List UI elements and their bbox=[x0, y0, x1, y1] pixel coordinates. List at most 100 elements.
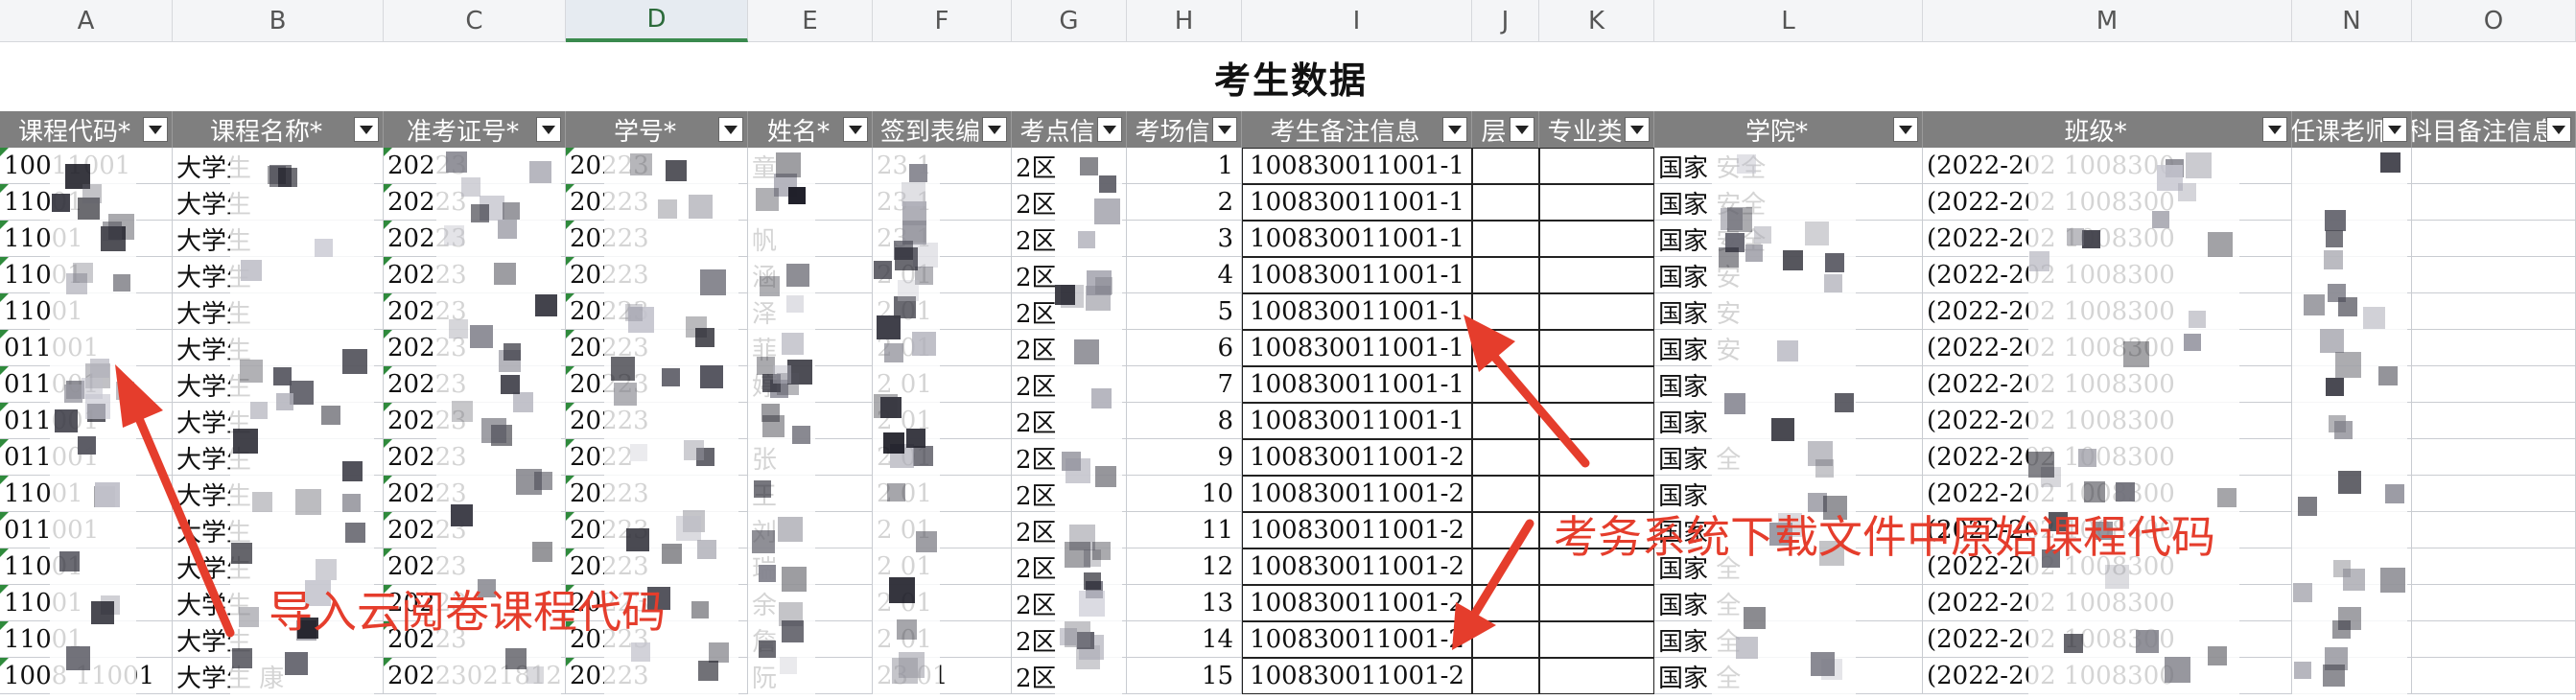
header-cell[interactable]: 考场信 bbox=[1127, 111, 1242, 148]
table-cell[interactable] bbox=[1539, 148, 1654, 184]
column-letter-c[interactable]: C bbox=[384, 0, 566, 42]
header-cell[interactable]: 学院* bbox=[1654, 111, 1923, 148]
filter-dropdown-icon[interactable] bbox=[1893, 117, 1918, 142]
table-cell[interactable] bbox=[2412, 366, 2576, 403]
table-cell[interactable]: 100830011001-1 bbox=[1242, 148, 1472, 184]
filter-dropdown-icon[interactable] bbox=[982, 117, 1007, 142]
header-cell[interactable]: 考点信 bbox=[1012, 111, 1127, 148]
table-cell[interactable]: 10 bbox=[1127, 476, 1242, 512]
table-cell[interactable] bbox=[1472, 257, 1539, 293]
table-cell[interactable] bbox=[2412, 658, 2576, 694]
table-cell[interactable]: 8 bbox=[1127, 403, 1242, 439]
header-cell[interactable]: 考生备注信息 bbox=[1242, 111, 1472, 148]
column-letter-b[interactable]: B bbox=[173, 0, 384, 42]
header-cell[interactable]: 任课老师 bbox=[2292, 111, 2412, 148]
filter-dropdown-icon[interactable] bbox=[1097, 117, 1122, 142]
table-cell[interactable] bbox=[2412, 184, 2576, 221]
column-letter-d[interactable]: D bbox=[566, 0, 748, 42]
table-cell[interactable]: 100830011001-1 bbox=[1242, 221, 1472, 257]
table-cell[interactable]: 4 bbox=[1127, 257, 1242, 293]
column-letter-l[interactable]: L bbox=[1654, 0, 1923, 42]
table-cell[interactable]: 3 bbox=[1127, 221, 1242, 257]
table-cell[interactable] bbox=[2412, 512, 2576, 548]
filter-dropdown-icon[interactable] bbox=[1442, 117, 1467, 142]
sheet-title[interactable]: 考生数据 bbox=[1214, 51, 1368, 104]
filter-dropdown-icon[interactable] bbox=[2262, 117, 2287, 142]
table-cell[interactable] bbox=[2412, 221, 2576, 257]
table-cell[interactable]: 7 bbox=[1127, 366, 1242, 403]
table-cell[interactable]: 100830011001-2 bbox=[1242, 439, 1472, 476]
header-cell[interactable]: 准考证号* bbox=[384, 111, 566, 148]
table-cell[interactable] bbox=[1539, 658, 1654, 694]
table-cell[interactable]: 13 bbox=[1127, 585, 1242, 621]
table-cell[interactable]: 5 bbox=[1127, 293, 1242, 330]
table-cell[interactable]: 100830011001-1 bbox=[1242, 403, 1472, 439]
filter-dropdown-icon[interactable] bbox=[718, 117, 743, 142]
table-cell[interactable]: 100830011001-1 bbox=[1242, 184, 1472, 221]
filter-dropdown-icon[interactable] bbox=[143, 117, 168, 142]
table-cell[interactable] bbox=[1539, 257, 1654, 293]
table-cell[interactable]: 1 bbox=[1127, 148, 1242, 184]
table-cell[interactable]: 100830011001-2 bbox=[1242, 658, 1472, 694]
column-letter-e[interactable]: E bbox=[748, 0, 873, 42]
filter-dropdown-icon[interactable] bbox=[2546, 117, 2571, 142]
table-cell[interactable] bbox=[1472, 221, 1539, 257]
header-cell[interactable]: 姓名* bbox=[748, 111, 873, 148]
table-cell[interactable] bbox=[2412, 439, 2576, 476]
column-letter-g[interactable]: G bbox=[1012, 0, 1127, 42]
header-cell[interactable]: 课程代码* bbox=[0, 111, 173, 148]
header-cell[interactable]: 科目备注信息 bbox=[2412, 111, 2576, 148]
table-cell[interactable]: 100830011001-2 bbox=[1242, 621, 1472, 658]
table-cell[interactable]: 12 bbox=[1127, 548, 1242, 585]
column-letter-f[interactable]: F bbox=[873, 0, 1012, 42]
table-cell[interactable]: 100830011001-1 bbox=[1242, 366, 1472, 403]
table-cell[interactable] bbox=[2412, 585, 2576, 621]
column-letter-j[interactable]: J bbox=[1472, 0, 1539, 42]
table-cell[interactable]: 11 bbox=[1127, 512, 1242, 548]
table-cell[interactable] bbox=[2412, 148, 2576, 184]
table-cell[interactable]: 6 bbox=[1127, 330, 1242, 366]
table-cell[interactable] bbox=[2412, 330, 2576, 366]
column-letter-m[interactable]: M bbox=[1923, 0, 2292, 42]
column-letter-i[interactable]: I bbox=[1242, 0, 1472, 42]
table-cell[interactable] bbox=[1472, 476, 1539, 512]
header-cell[interactable]: 层 bbox=[1472, 111, 1539, 148]
filter-dropdown-icon[interactable] bbox=[1510, 117, 1534, 142]
table-cell[interactable] bbox=[2412, 403, 2576, 439]
table-cell[interactable]: 100830011001-2 bbox=[1242, 512, 1472, 548]
filter-dropdown-icon[interactable] bbox=[1625, 117, 1650, 142]
table-cell[interactable]: 15 bbox=[1127, 658, 1242, 694]
column-letter-o[interactable]: O bbox=[2412, 0, 2576, 42]
table-cell[interactable]: 100830011001-2 bbox=[1242, 548, 1472, 585]
table-cell[interactable]: 14 bbox=[1127, 621, 1242, 658]
table-cell[interactable] bbox=[1539, 221, 1654, 257]
table-cell[interactable]: 9 bbox=[1127, 439, 1242, 476]
table-cell[interactable]: 100830011001-1 bbox=[1242, 330, 1472, 366]
table-cell[interactable]: 100830011001-2 bbox=[1242, 585, 1472, 621]
filter-dropdown-icon[interactable] bbox=[2382, 117, 2407, 142]
column-letter-h[interactable]: H bbox=[1127, 0, 1242, 42]
table-cell[interactable]: 100830011001-1 bbox=[1242, 293, 1472, 330]
header-cell[interactable]: 学号* bbox=[566, 111, 748, 148]
table-cell[interactable] bbox=[1472, 658, 1539, 694]
header-cell[interactable]: 专业类 bbox=[1539, 111, 1654, 148]
table-cell[interactable] bbox=[2412, 293, 2576, 330]
table-cell[interactable] bbox=[1472, 184, 1539, 221]
column-letter-k[interactable]: K bbox=[1539, 0, 1654, 42]
header-cell[interactable]: 课程名称* bbox=[173, 111, 384, 148]
column-letter-a[interactable]: A bbox=[0, 0, 173, 42]
table-cell[interactable]: 2 bbox=[1127, 184, 1242, 221]
table-cell[interactable] bbox=[1472, 148, 1539, 184]
table-cell[interactable]: 100830011001-2 bbox=[1242, 476, 1472, 512]
table-cell[interactable] bbox=[1539, 585, 1654, 621]
filter-dropdown-icon[interactable] bbox=[354, 117, 379, 142]
table-cell[interactable] bbox=[2412, 548, 2576, 585]
table-cell[interactable] bbox=[2412, 257, 2576, 293]
filter-dropdown-icon[interactable] bbox=[843, 117, 868, 142]
header-cell[interactable]: 班级* bbox=[1923, 111, 2292, 148]
table-cell[interactable] bbox=[1539, 184, 1654, 221]
filter-dropdown-icon[interactable] bbox=[1212, 117, 1237, 142]
column-letter-n[interactable]: N bbox=[2292, 0, 2412, 42]
table-cell[interactable] bbox=[2412, 476, 2576, 512]
table-cell[interactable] bbox=[2412, 621, 2576, 658]
